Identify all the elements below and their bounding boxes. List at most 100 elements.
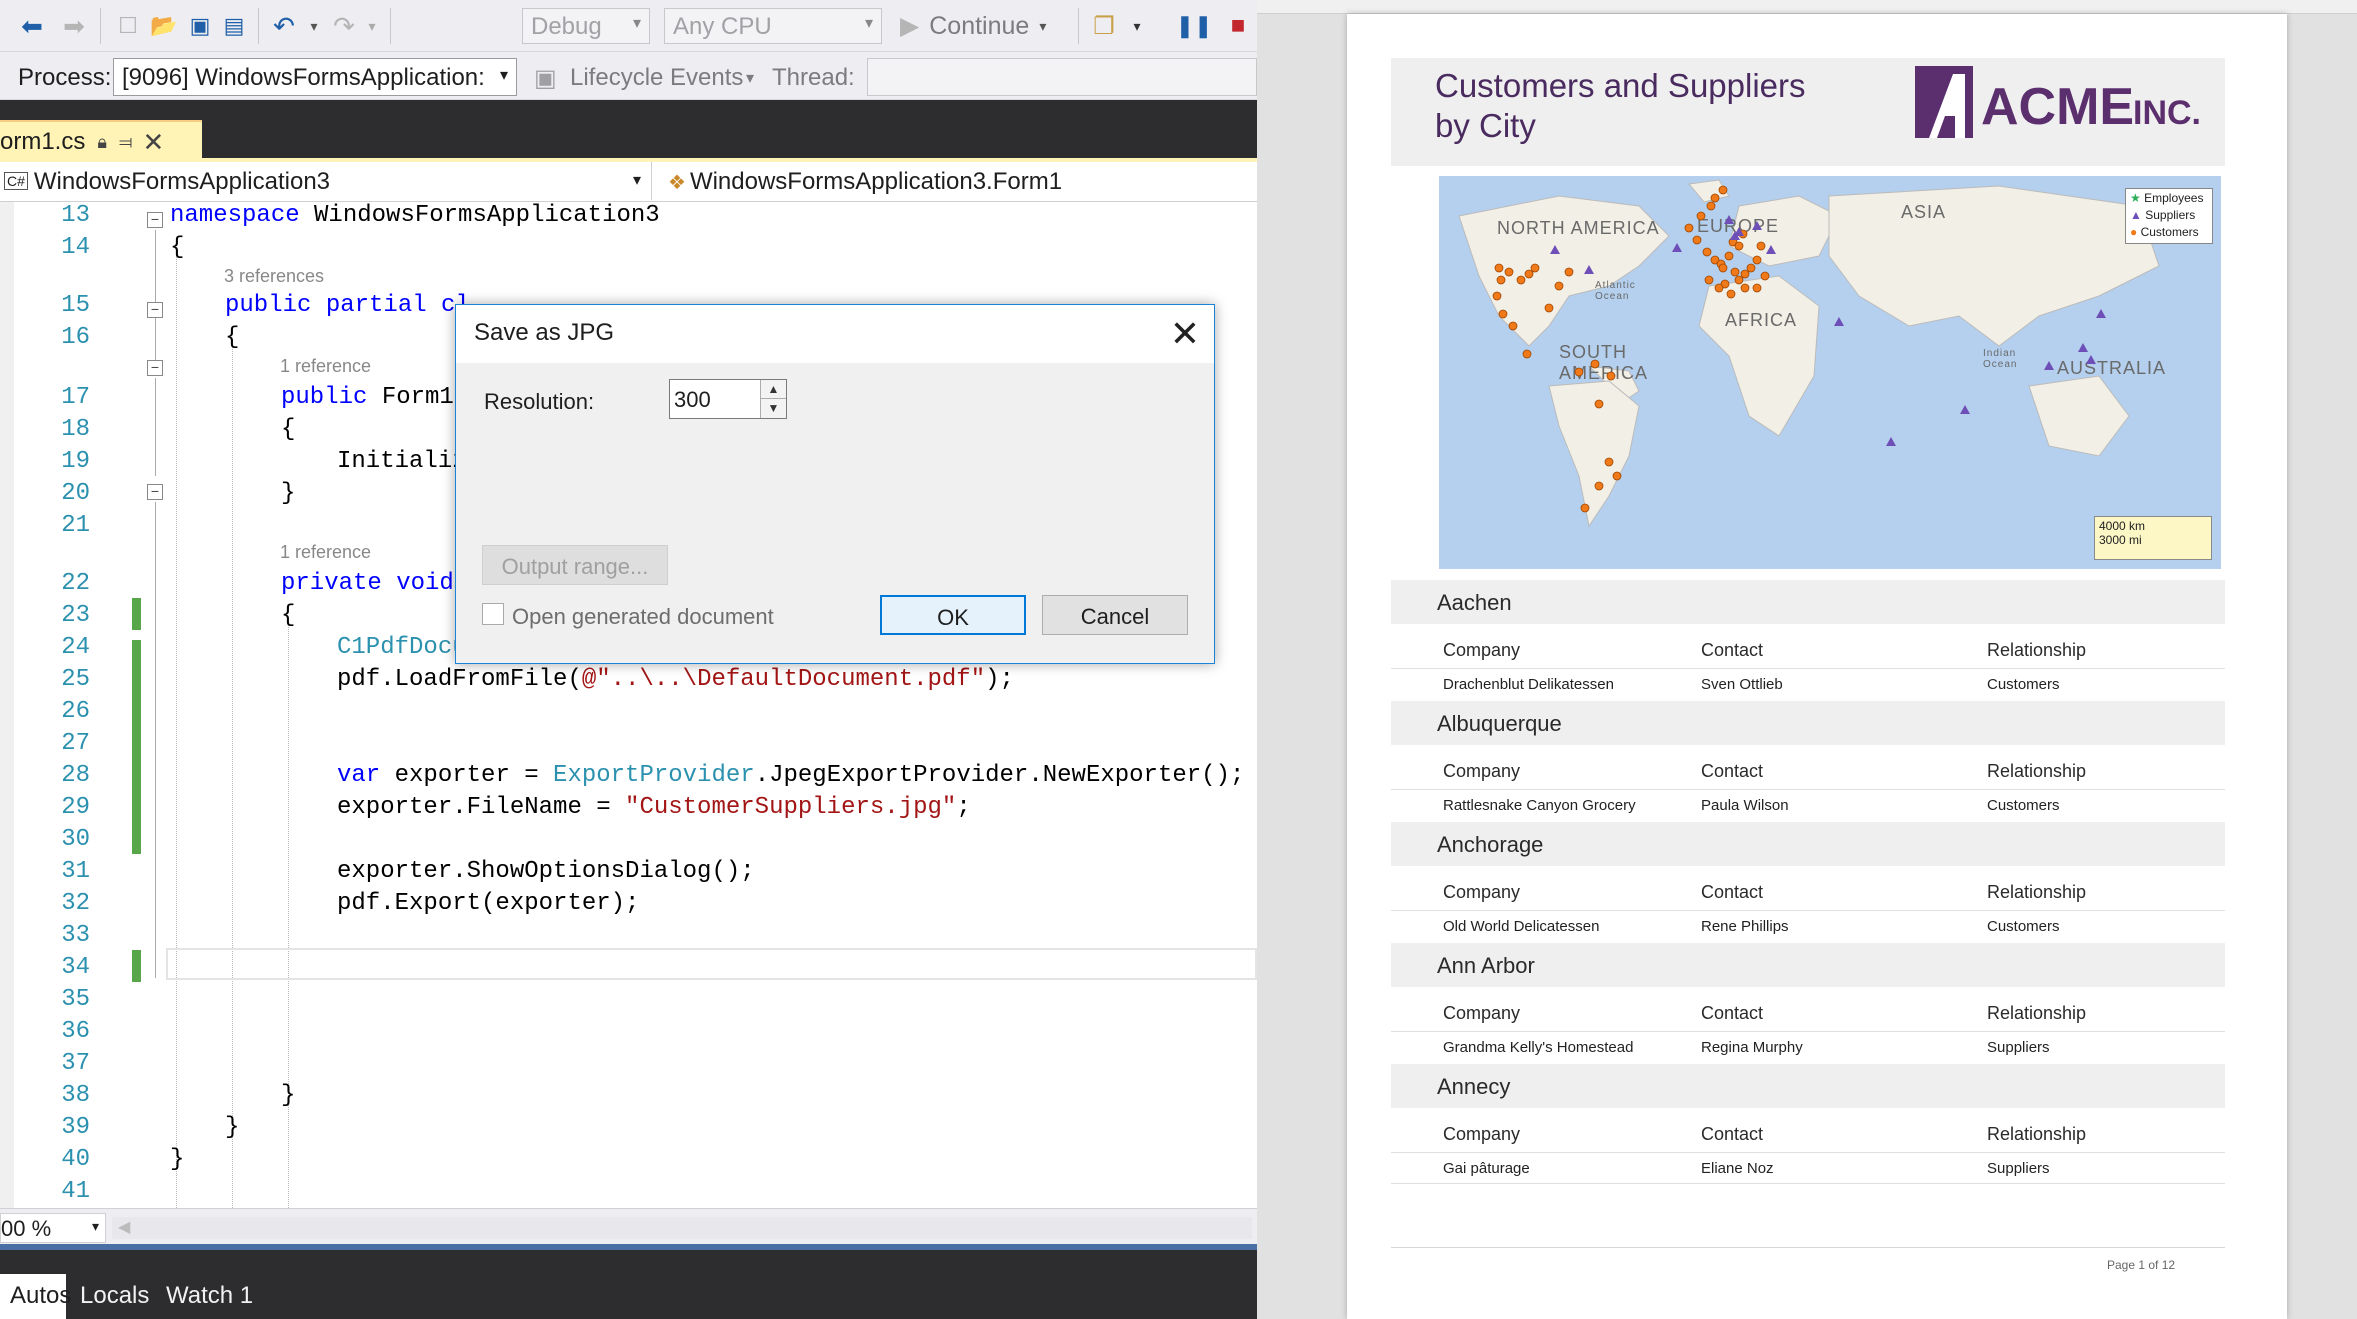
table-cell-company: Old World Delicatessen bbox=[1443, 918, 1600, 935]
report-title: Customers and Suppliers by City bbox=[1435, 67, 1806, 144]
customer-marker bbox=[1590, 359, 1600, 369]
report-header: Customers and Suppliers by City ACME INC… bbox=[1391, 58, 2225, 166]
codelens-references[interactable]: 1 reference bbox=[280, 356, 371, 377]
ok-button[interactable]: OK bbox=[880, 595, 1026, 635]
open-document-checkbox[interactable] bbox=[482, 603, 504, 625]
column-header: Contact bbox=[1701, 1003, 1764, 1023]
customer-marker bbox=[1508, 321, 1518, 331]
code-line: } bbox=[281, 1082, 296, 1109]
redo-icon[interactable]: ↷ bbox=[326, 8, 362, 44]
overflow-icon[interactable]: ▾ bbox=[1122, 8, 1152, 44]
debug-tool-tabs: Autos Locals Watch 1 bbox=[0, 1274, 1257, 1319]
column-header: Contact bbox=[1701, 882, 1764, 902]
close-icon[interactable]: ✕ bbox=[1170, 313, 1200, 355]
codelens-references[interactable]: 3 references bbox=[224, 266, 324, 287]
customer-marker bbox=[1710, 193, 1720, 203]
pin-icon[interactable]: ⫤ bbox=[119, 132, 133, 153]
lifecycle-events-button[interactable]: Lifecycle Events bbox=[570, 64, 743, 92]
redo-dropdown-icon[interactable]: ▾ bbox=[362, 8, 382, 44]
save-all-icon[interactable]: ▤ bbox=[216, 8, 252, 44]
pdf-viewer: Customers and Suppliers by City ACME INC… bbox=[1257, 0, 2357, 1319]
code-line: exporter.ShowOptionsDialog(); bbox=[337, 858, 755, 885]
editor-status-bar: 00 % ▾ ◀ bbox=[0, 1208, 1257, 1244]
customer-marker bbox=[1730, 267, 1740, 277]
customer-marker bbox=[1740, 269, 1750, 279]
chevron-down-icon: ▾ bbox=[632, 172, 641, 189]
customer-marker bbox=[1574, 367, 1584, 377]
column-header: Company bbox=[1443, 761, 1521, 781]
star-icon: ★ bbox=[2130, 191, 2141, 205]
line-number: 41 bbox=[61, 1178, 90, 1205]
line-number: 27 bbox=[61, 730, 90, 757]
decrement-icon[interactable]: ▼ bbox=[761, 399, 786, 418]
customer-marker bbox=[1724, 251, 1734, 261]
project-dropdown[interactable]: C# WindowsFormsApplication3 ▾ bbox=[0, 162, 652, 200]
table-cell-relationship: Suppliers bbox=[1987, 1160, 2050, 1177]
supplier-marker bbox=[1766, 245, 1776, 254]
world-map[interactable]: NORTH AMERICA EUROPE ASIA AFRICA SOUTH A… bbox=[1439, 176, 2221, 569]
supplier-marker bbox=[1752, 221, 1762, 230]
customer-marker bbox=[1496, 275, 1506, 285]
cancel-button[interactable]: Cancel bbox=[1042, 595, 1188, 635]
table-cell-relationship: Suppliers bbox=[1987, 1039, 2050, 1056]
lock-icon: 🔒︎ bbox=[97, 131, 107, 152]
line-number: 36 bbox=[61, 1018, 90, 1045]
solution-platform-select[interactable]: Any CPU ▾ bbox=[664, 8, 882, 44]
tab-locals[interactable]: Locals bbox=[70, 1274, 159, 1319]
thread-select[interactable] bbox=[867, 58, 1257, 96]
chevron-down-icon: ▾ bbox=[91, 1218, 99, 1234]
customer-marker bbox=[1756, 241, 1766, 251]
navigation-bar: C# WindowsFormsApplication3 ▾ ❖ WindowsFor… bbox=[0, 162, 1257, 202]
play-icon: ▶ bbox=[900, 12, 920, 40]
zoom-select[interactable]: 00 % ▾ bbox=[0, 1213, 106, 1243]
process-select[interactable]: [9096] WindowsFormsApplication: ▾ bbox=[113, 58, 517, 96]
close-icon[interactable]: ✕ bbox=[143, 127, 165, 158]
save-icon[interactable]: ▣ bbox=[182, 8, 218, 44]
tab-watch-1[interactable]: Watch 1 bbox=[156, 1274, 263, 1319]
continue-button[interactable]: ▶ Continue ▾ bbox=[900, 8, 1046, 44]
back-icon[interactable]: ⬅ bbox=[14, 8, 50, 44]
pause-icon[interactable]: ❚❚ bbox=[1176, 8, 1213, 44]
customer-marker bbox=[1734, 241, 1744, 251]
customer-marker bbox=[1684, 223, 1694, 233]
chevron-down-icon: ▾ bbox=[499, 67, 508, 84]
resolution-label: Resolution: bbox=[484, 389, 595, 414]
supplier-marker bbox=[1960, 405, 1970, 414]
code-line: { bbox=[170, 234, 185, 261]
codelens-references[interactable]: 1 reference bbox=[280, 542, 371, 563]
column-header: Contact bbox=[1701, 640, 1764, 660]
increment-icon[interactable]: ▲ bbox=[761, 380, 786, 399]
line-number: 26 bbox=[61, 698, 90, 725]
open-folder-icon[interactable]: 📂 bbox=[146, 8, 182, 44]
customer-marker bbox=[1544, 303, 1554, 313]
class-dropdown[interactable]: ❖ WindowsFormsApplication3.Form1 bbox=[660, 162, 1257, 200]
attach-icon[interactable]: ❐ bbox=[1086, 8, 1122, 44]
chevron-down-icon: ▾ bbox=[632, 15, 641, 32]
collapse-constructor-icon[interactable]: − bbox=[147, 360, 163, 376]
tab-autos[interactable]: Autos bbox=[0, 1274, 71, 1319]
line-number: 35 bbox=[61, 986, 90, 1013]
resolution-stepper[interactable]: 300 ▲ ▼ bbox=[669, 379, 787, 419]
standard-toolbar: ⬅ ➡ ☐ 📂 ▣ ▤ ↶ ▾ ↷ ▾ Debug ▾ Any CPU ▾ ▶ Co… bbox=[0, 0, 1257, 52]
output-range-button[interactable]: Output range... bbox=[482, 545, 668, 585]
supplier-marker bbox=[2078, 343, 2088, 352]
table-cell-contact: Paula Wilson bbox=[1701, 797, 1789, 814]
scroll-left-icon[interactable]: ◀ bbox=[118, 1217, 130, 1237]
row-divider bbox=[1391, 668, 2225, 669]
tab-form1-cs[interactable]: orm1.cs 🔒︎ ⫤ ✕ bbox=[0, 120, 202, 158]
table-cell-relationship: Customers bbox=[1987, 797, 2060, 814]
undo-dropdown-icon[interactable]: ▾ bbox=[304, 8, 324, 44]
column-header: Relationship bbox=[1987, 1124, 2087, 1144]
customer-marker bbox=[1714, 283, 1724, 293]
supplier-marker bbox=[2096, 309, 2106, 318]
pdf-page: Customers and Suppliers by City ACME INC… bbox=[1347, 14, 2287, 1319]
debug-location-toolbar: Process: [9096] WindowsFormsApplication:… bbox=[0, 54, 1257, 100]
customer-marker bbox=[1494, 263, 1504, 273]
forward-icon[interactable]: ➡ bbox=[56, 8, 92, 44]
horizontal-scrollbar[interactable]: ◀ bbox=[112, 1217, 1252, 1239]
new-project-icon[interactable]: ☐ bbox=[110, 8, 146, 44]
stop-icon[interactable]: ■ bbox=[1220, 8, 1256, 44]
undo-icon[interactable]: ↶ bbox=[266, 8, 302, 44]
solution-configuration-select[interactable]: Debug ▾ bbox=[522, 8, 650, 44]
thread-label: Thread: bbox=[772, 64, 855, 91]
